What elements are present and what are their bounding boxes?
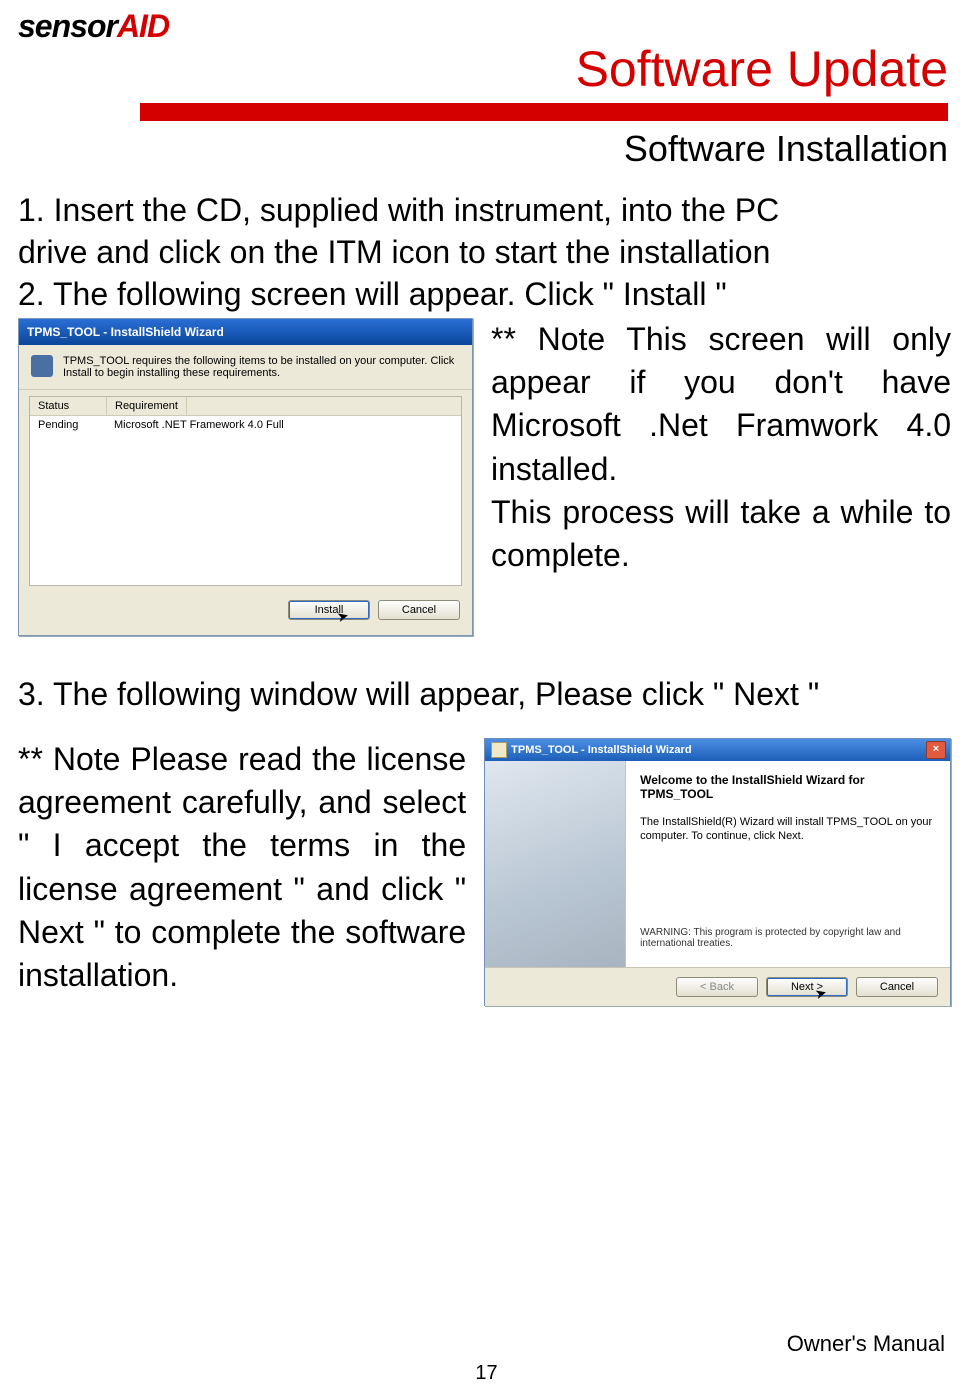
install-button[interactable]: Install ➤	[288, 600, 370, 620]
note-1-text: ** Note This screen will only appear if …	[491, 318, 951, 577]
wizard-dialog-titlebar: TPMS_TOOL - InstallShield Wizard ×	[485, 739, 950, 761]
requirements-list-header: Status Requirement	[30, 397, 461, 416]
row-status: Pending	[30, 416, 106, 434]
wizard-dialog-buttons: < Back Next > ➤ Cancel	[485, 967, 950, 1006]
prereq-dialog-banner: TPMS_TOOL requires the following items t…	[19, 345, 472, 390]
cursor-icon: ➤	[335, 607, 351, 626]
col-requirement: Requirement	[107, 397, 187, 415]
prereq-dialog: TPMS_TOOL - InstallShield Wizard TPMS_TO…	[18, 318, 473, 636]
brand-sensor-text: sensor	[18, 8, 117, 45]
installer-small-icon	[491, 742, 507, 758]
wizard-warning-text: WARNING: This program is protected by co…	[640, 927, 936, 949]
prereq-dialog-title: TPMS_TOOL - InstallShield Wizard	[27, 325, 224, 339]
cursor-icon: ➤	[813, 984, 829, 1003]
note-2-text: ** Note Please read the license agreemen…	[18, 738, 466, 997]
wizard-welcome-heading: Welcome to the InstallShield Wizard for …	[640, 773, 936, 801]
title-divider	[140, 103, 948, 121]
table-row: Pending Microsoft .NET Framework 4.0 Ful…	[30, 416, 461, 434]
page-subtitle: Software Installation	[624, 128, 948, 170]
cancel-button-label: Cancel	[402, 604, 436, 616]
prereq-dialog-titlebar: TPMS_TOOL - InstallShield Wizard	[19, 319, 472, 345]
footer-page-number: 17	[0, 1362, 973, 1385]
step-3-text: 3. The following window will appear, Ple…	[18, 676, 951, 713]
installer-icon	[31, 355, 53, 377]
step-1-text: 1. Insert the CD, supplied with instrume…	[18, 190, 951, 273]
prereq-dialog-banner-text: TPMS_TOOL requires the following items t…	[63, 355, 460, 379]
wizard-welcome-text: The InstallShield(R) Wizard will install…	[640, 815, 936, 844]
wizard-dialog-title: TPMS_TOOL - InstallShield Wizard	[511, 744, 691, 756]
wizard-main-panel: Welcome to the InstallShield Wizard for …	[626, 761, 950, 967]
col-status: Status	[30, 397, 107, 415]
footer-manual-label: Owner's Manual	[787, 1331, 945, 1357]
back-button-label: < Back	[700, 981, 734, 993]
step-2-text: 2. The following screen will appear. Cli…	[18, 274, 951, 316]
row-requirement: Microsoft .NET Framework 4.0 Full	[106, 416, 292, 434]
cancel-button-2[interactable]: Cancel	[856, 977, 938, 997]
page-title: Software Update	[576, 40, 948, 98]
back-button[interactable]: < Back	[676, 977, 758, 997]
wizard-side-graphic	[485, 761, 626, 967]
requirements-list: Status Requirement Pending Microsoft .NE…	[29, 396, 462, 586]
brand-aid-text: AID	[117, 8, 169, 45]
next-button[interactable]: Next > ➤	[766, 977, 848, 997]
cancel-button[interactable]: Cancel	[378, 600, 460, 620]
brand-logo: sensorAID	[18, 8, 169, 45]
cancel-button-2-label: Cancel	[880, 981, 914, 993]
wizard-dialog: TPMS_TOOL - InstallShield Wizard × Welco…	[484, 738, 951, 1006]
close-icon[interactable]: ×	[926, 741, 946, 759]
prereq-dialog-buttons: Install ➤ Cancel	[19, 592, 472, 628]
